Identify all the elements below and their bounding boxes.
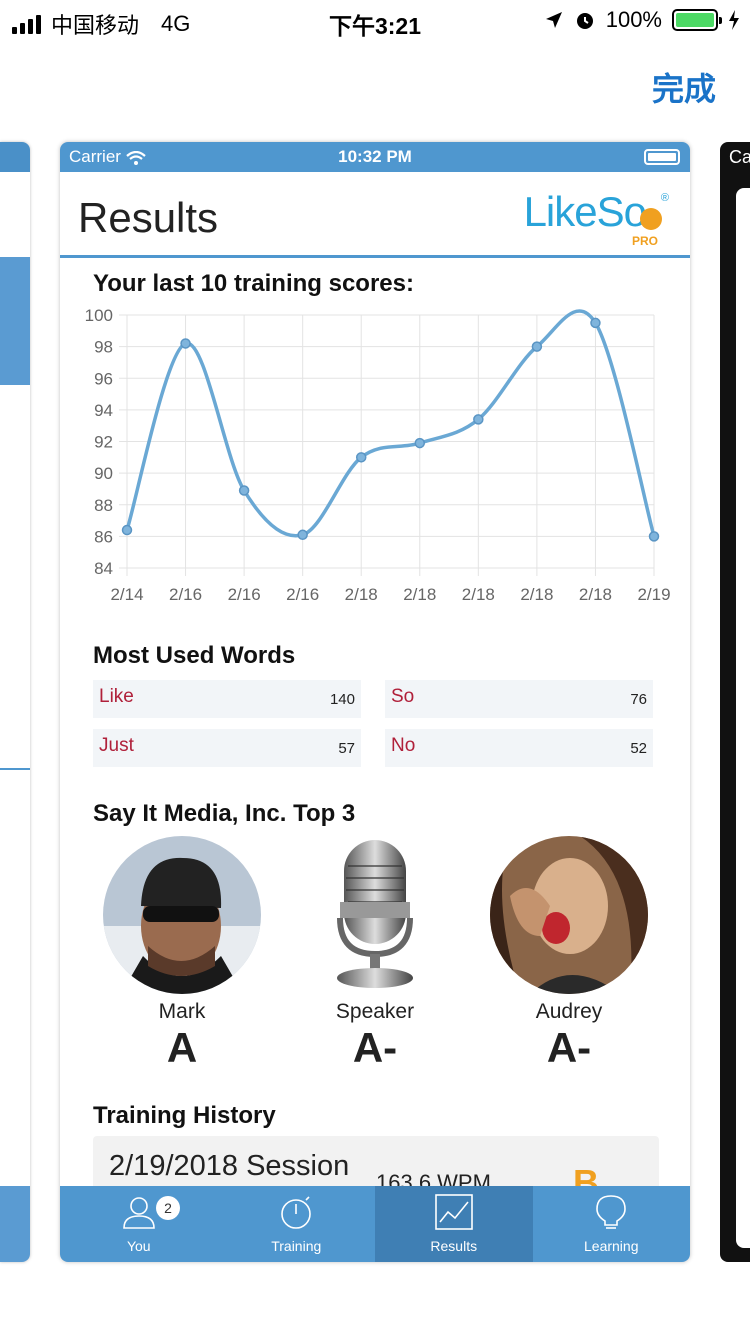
alarm-icon: [576, 13, 593, 29]
battery-percent: 100%: [605, 7, 662, 32]
x-tick-label: 2/16: [228, 585, 261, 604]
charging-icon: [729, 10, 739, 30]
person-card[interactable]: Audrey A-: [489, 836, 649, 1072]
y-tick-label: 100: [85, 306, 113, 325]
y-tick-label: 92: [94, 433, 113, 452]
person-grade: A: [166, 1024, 198, 1071]
person-card[interactable]: Mark A: [102, 836, 262, 1072]
tab-label: You: [126, 1238, 151, 1254]
status-bar: 中国移动 4G 下午3:21 100%: [0, 0, 750, 42]
x-tick-label: 2/18: [345, 585, 378, 604]
x-tick-label: 2/18: [579, 585, 612, 604]
words-title: Most Used Words: [93, 642, 296, 669]
notification-badge: 2: [156, 1196, 180, 1220]
tab-learning[interactable]: Learning: [533, 1186, 691, 1262]
next-card-carrier: Ca: [729, 147, 750, 167]
word-item: So 76: [385, 680, 653, 718]
x-tick-label: 2/14: [110, 585, 143, 604]
tab-bar: 2 You Training Results Learning: [60, 1186, 690, 1262]
done-button[interactable]: 完成: [652, 64, 716, 110]
x-tick-label: 2/19: [637, 585, 670, 604]
score-point: [238, 485, 250, 496]
person-icon: [122, 1197, 155, 1229]
card-battery-icon: [644, 149, 680, 165]
person-grade: A-: [546, 1024, 592, 1071]
session-label: 2/19/2018 Session: [109, 1150, 350, 1182]
logo-bubble-icon: [640, 207, 662, 230]
history-title: Training History: [93, 1102, 276, 1129]
tab-training[interactable]: Training: [218, 1186, 376, 1262]
results-header: Results LikeSo ® PRO: [60, 172, 690, 258]
tab-label: Training: [271, 1238, 322, 1254]
top-three: Mark A Speaker A- Audrey A-: [60, 836, 690, 1086]
card-time: 10:32 PM: [338, 147, 412, 166]
lightbulb-icon: [596, 1195, 627, 1229]
likeso-logo: LikeSo ® PRO: [523, 188, 669, 248]
stopwatch-icon: [281, 1196, 312, 1229]
y-tick-label: 96: [94, 369, 113, 388]
score-point: [531, 341, 543, 352]
score-point: [648, 531, 660, 542]
word-item: No 52: [385, 729, 653, 767]
score-point: [121, 524, 133, 536]
person-grade: A-: [352, 1024, 398, 1071]
app-card-likeso[interactable]: Carrier 10:32 PM Results LikeSo ® PRO Yo…: [60, 142, 690, 1262]
battery-icon: [672, 9, 722, 31]
score-point: [297, 529, 308, 541]
next-app-card[interactable]: Ca: [720, 142, 750, 1262]
x-tick-label: 2/16: [286, 585, 319, 604]
person-name: Speaker: [335, 1000, 415, 1023]
tab-you[interactable]: 2 You: [60, 1186, 218, 1262]
y-tick-label: 86: [94, 527, 113, 546]
x-tick-label: 2/18: [520, 585, 553, 604]
score-point: [355, 452, 367, 463]
avatar: [490, 836, 648, 994]
score-point: [180, 338, 191, 349]
page-title: Results: [78, 194, 219, 241]
score-point: [473, 414, 484, 425]
location-icon: [545, 12, 562, 28]
top-three-title: Say It Media, Inc. Top 3: [93, 800, 356, 827]
score-series-line: [125, 309, 656, 538]
person-card[interactable]: Speaker A-: [295, 836, 455, 1072]
x-tick-label: 2/18: [403, 585, 436, 604]
y-tick-label: 88: [94, 496, 113, 515]
tab-label: Results: [430, 1238, 478, 1254]
x-tick-label: 2/16: [169, 585, 202, 604]
x-tick-label: 2/18: [462, 585, 495, 604]
scores-chart: 84 86 88 90 92 94 96 98 100 2/14 2/16 2/16 2/16 2/18 2…: [85, 306, 671, 604]
avatar: [103, 836, 261, 994]
y-tick-label: 84: [94, 559, 113, 578]
card-status-bar: Carrier 10:32 PM: [60, 142, 690, 172]
person-name: Mark: [158, 1000, 206, 1023]
scores-title: Your last 10 training scores:: [93, 270, 414, 297]
score-point: [590, 317, 601, 329]
word-item: Just 57: [93, 729, 361, 767]
y-tick-label: 98: [94, 338, 113, 357]
tab-label: Learning: [584, 1238, 639, 1254]
person-name: Audrey: [535, 1000, 603, 1023]
tab-results[interactable]: Results: [375, 1186, 533, 1262]
chart-icon: [434, 1194, 473, 1230]
previous-app-card[interactable]: [0, 142, 30, 1262]
word-item: Like 140: [93, 680, 361, 718]
y-tick-label: 94: [94, 401, 113, 420]
microphone-icon: [296, 836, 454, 994]
score-point: [414, 437, 426, 449]
y-tick-label: 90: [94, 464, 113, 483]
